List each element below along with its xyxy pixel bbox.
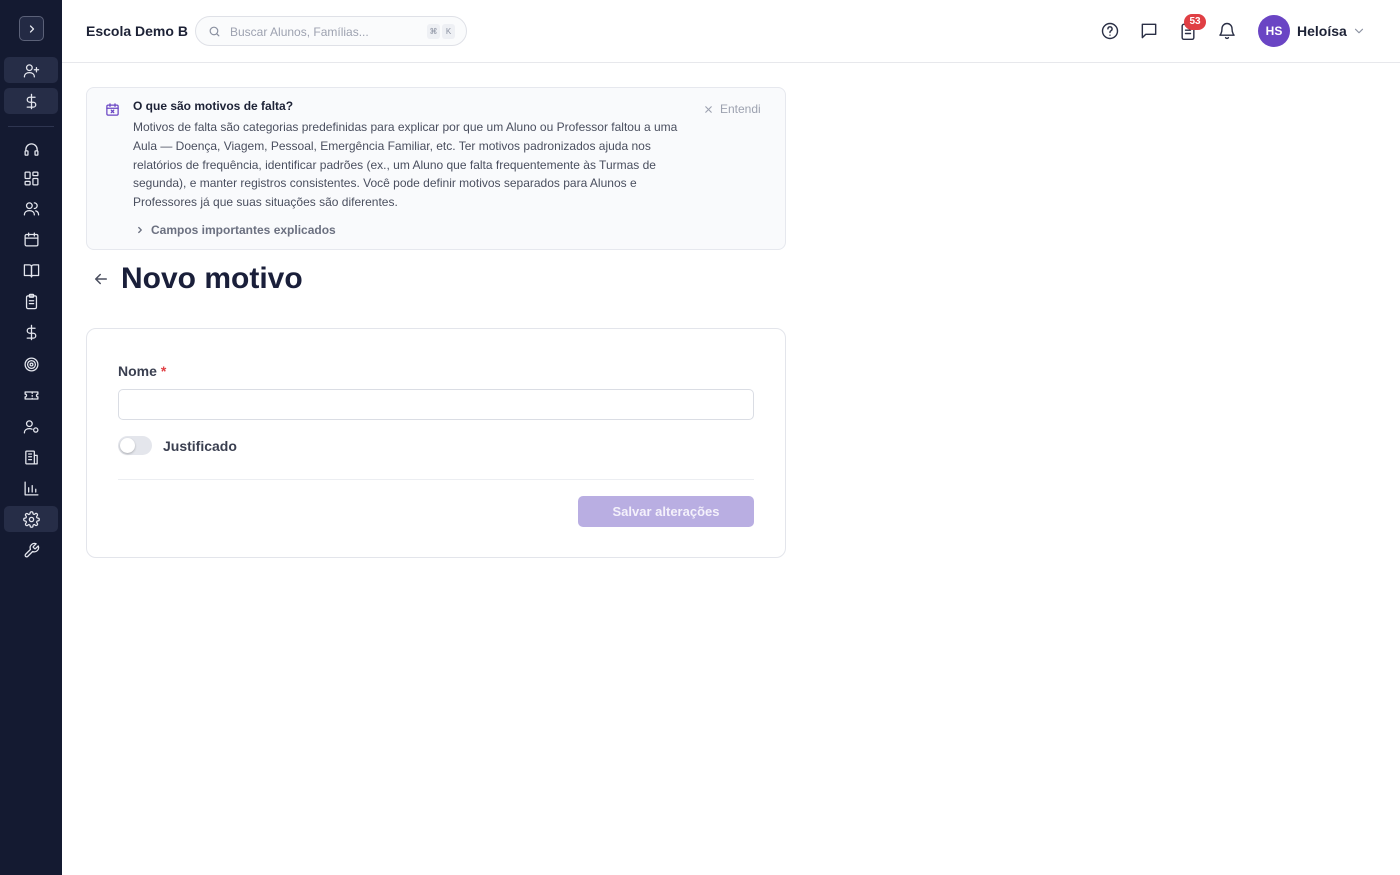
sidebar-item-tools[interactable] [4, 537, 58, 563]
chevron-right-icon [138, 226, 142, 234]
global-search[interactable]: Buscar Alunos, Famílias... ⌘ K [195, 16, 467, 46]
sidebar-item-user-admin[interactable] [4, 413, 58, 439]
sidebar-item-add-user[interactable] [4, 57, 58, 83]
shortcut-key-cmd: ⌘ [427, 24, 440, 39]
message-square-icon [1141, 23, 1157, 39]
expand-fields-toggle[interactable]: Campos importantes explicados [135, 223, 336, 237]
info-body: Motivos de falta são categorias predefin… [133, 120, 678, 210]
info-callout: O que são motivos de falta? Motivos de f… [86, 87, 786, 250]
dollar-icon [26, 324, 36, 340]
calendar-x-icon [106, 103, 119, 116]
sidebar-item-tickets[interactable] [4, 382, 58, 408]
calendar-icon [23, 231, 39, 247]
search-icon [209, 26, 220, 37]
avatar[interactable]: HS [1258, 15, 1290, 47]
expand-fields-label: Campos importantes explicados [151, 223, 336, 237]
dollar-icon [26, 93, 36, 109]
sidebar-divider [8, 126, 54, 127]
dismiss-label: Entendi [720, 102, 761, 116]
sidebar-item-courses[interactable] [4, 257, 58, 283]
sidebar-item-billing[interactable] [4, 88, 58, 114]
sidebar [0, 0, 62, 875]
sidebar-item-finance[interactable] [4, 319, 58, 345]
sidebar-expand-button[interactable] [19, 16, 44, 41]
bar-chart-icon [23, 480, 39, 496]
user-plus-icon [23, 63, 39, 78]
headset-icon [23, 142, 39, 156]
users-icon [23, 201, 39, 216]
help-circle-icon [1101, 22, 1119, 40]
sidebar-item-goals[interactable] [4, 351, 58, 377]
sidebar-item-attendance[interactable] [4, 288, 58, 314]
settings-icon [22, 510, 40, 528]
name-label-text: Nome [118, 363, 157, 379]
sidebar-item-reports[interactable] [4, 475, 58, 501]
name-field-label: Nome * [118, 363, 166, 379]
required-mark: * [160, 363, 167, 379]
dismiss-button[interactable]: Entendi [703, 102, 761, 116]
user-name[interactable]: Heloísa [1297, 23, 1347, 39]
ticket-icon [23, 390, 39, 400]
info-title: O que são motivos de falta? [133, 99, 294, 113]
book-open-icon [23, 263, 39, 278]
school-name[interactable]: Escola Demo B [86, 23, 188, 39]
close-icon [705, 105, 712, 113]
name-input[interactable] [118, 389, 754, 420]
chevron-right-icon [29, 24, 34, 33]
page-title: Novo motivo [121, 262, 303, 295]
form-divider [118, 479, 754, 480]
shortcut-key-k: K [442, 24, 455, 39]
user-settings-icon [23, 419, 39, 434]
building-icon [24, 449, 38, 465]
arrow-left-icon[interactable] [92, 270, 110, 288]
bell-icon [1219, 22, 1235, 40]
sidebar-item-support[interactable] [4, 136, 58, 162]
sidebar-item-calendar[interactable] [4, 226, 58, 252]
top-bar: Escola Demo B Buscar Alunos, Famílias...… [62, 0, 1400, 63]
search-placeholder[interactable]: Buscar Alunos, Famílias... [230, 25, 369, 39]
reason-form-card: Nome * Justificado Salvar alterações [86, 328, 786, 558]
chevron-down-icon[interactable] [1352, 24, 1366, 38]
target-icon [23, 356, 39, 372]
messages-button[interactable] [1139, 21, 1159, 41]
justified-toggle[interactable] [118, 436, 152, 455]
sidebar-item-settings[interactable] [4, 506, 58, 532]
help-button[interactable] [1100, 21, 1120, 41]
sidebar-item-people[interactable] [4, 195, 58, 221]
sidebar-item-dashboard[interactable] [4, 165, 58, 191]
dashboard-icon [23, 170, 39, 186]
clipboard-icon [25, 293, 37, 309]
save-button[interactable]: Salvar alterações [578, 496, 754, 527]
toggle-knob [120, 438, 135, 453]
wrench-icon [24, 542, 39, 557]
sidebar-item-school[interactable] [4, 444, 58, 470]
notifications-button[interactable] [1217, 21, 1237, 41]
tasks-count-badge: 53 [1184, 14, 1206, 30]
justified-label: Justificado [163, 438, 237, 454]
